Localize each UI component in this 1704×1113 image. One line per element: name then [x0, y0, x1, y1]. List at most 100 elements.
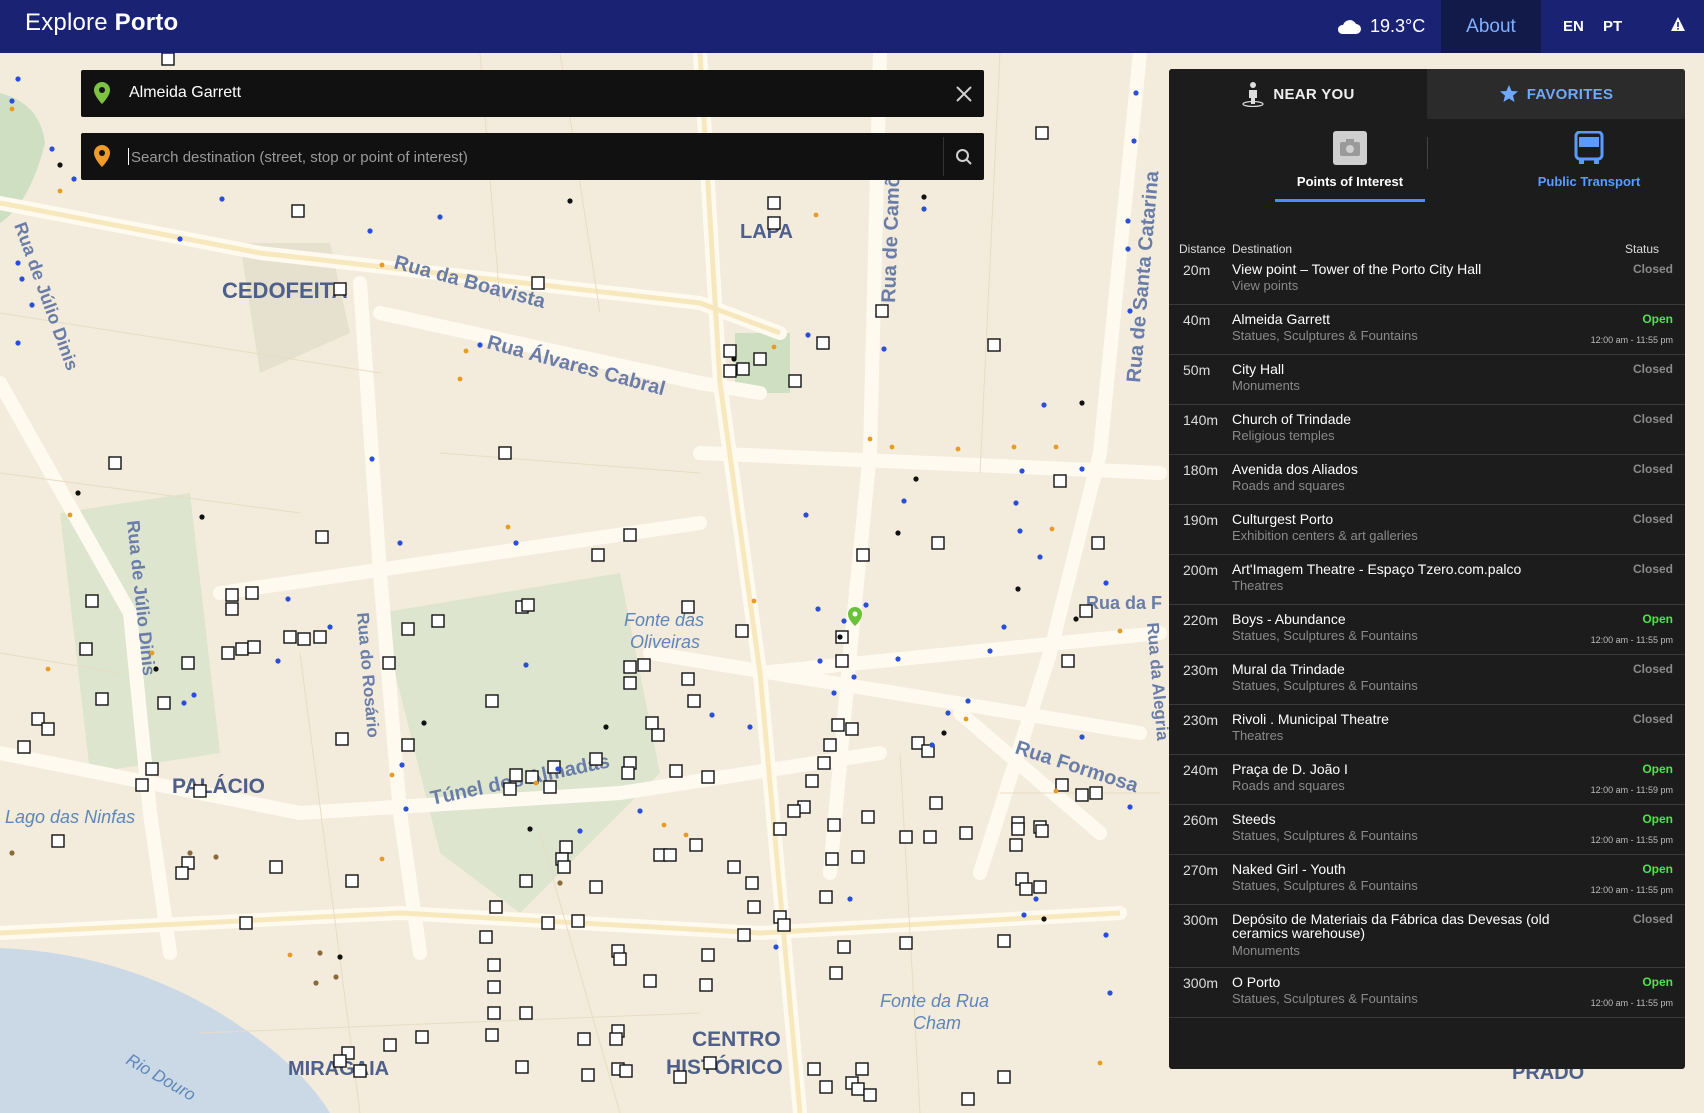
status-badge: Open: [1642, 812, 1673, 826]
status-badge: Open: [1642, 762, 1673, 776]
status-badge: Closed: [1632, 462, 1673, 476]
search-icon: [956, 148, 972, 165]
item-distance: 20m: [1183, 262, 1211, 278]
item-hours: 12:00 am - 11:55 pm: [1590, 635, 1673, 645]
column-distance: Distance: [1179, 242, 1226, 256]
item-title: City Hall: [1232, 361, 1285, 377]
status-badge: Open: [1642, 312, 1673, 326]
brand-bold-text: Porto: [114, 9, 179, 36]
status-badge: Closed: [1632, 712, 1673, 726]
list-item[interactable]: 180m Avenida dos Aliados Roads and squares…: [1169, 455, 1685, 505]
item-title: Church of Trindade: [1232, 411, 1352, 427]
list-item[interactable]: 230m Rivoli . Municipal Theatre Theatres Cl…: [1169, 705, 1685, 755]
temperature-value: 19.3°C: [1370, 16, 1426, 36]
item-category: Monuments: [1232, 943, 1300, 958]
list-item[interactable]: 260m Steeds Statues, Sculptures & Fountain…: [1169, 805, 1685, 855]
status-badge: Closed: [1632, 562, 1673, 576]
item-distance: 300m: [1183, 975, 1219, 991]
item-category: Statues, Sculptures & Fountains: [1232, 328, 1418, 343]
status-badge: Closed: [1632, 412, 1673, 426]
cloud-icon: [1337, 19, 1361, 34]
item-title: Mural da Trindade: [1232, 661, 1345, 677]
item-category: Theatres: [1232, 728, 1284, 743]
list-item[interactable]: 300m Depósito de Materiais da Fábrica das…: [1169, 905, 1685, 968]
label-cedofeita: CEDOFEITA: [222, 278, 348, 303]
item-category: Monuments: [1232, 378, 1300, 393]
item-distance: 220m: [1183, 612, 1219, 628]
list-item[interactable]: 140m Church of Trindade Religious temples C…: [1169, 405, 1685, 455]
close-icon: [956, 85, 972, 102]
status-badge: Closed: [1632, 362, 1673, 376]
destination-search-bar[interactable]: Search destination (street, stop or poin…: [81, 133, 984, 180]
list-item[interactable]: 40m Almeida Garrett Statues, Sculptures & …: [1169, 305, 1685, 355]
language-pt-button[interactable]: PT: [1603, 0, 1622, 53]
status-badge: Open: [1642, 862, 1673, 876]
item-distance: 200m: [1183, 562, 1219, 578]
item-category: Roads and squares: [1232, 478, 1345, 493]
item-distance: 230m: [1183, 712, 1219, 728]
item-title: Depósito de Materiais da Fábrica das Dev…: [1232, 911, 1550, 941]
item-title: Praça de D. João I: [1232, 761, 1348, 777]
tab-favorites[interactable]: FAVORITES: [1427, 69, 1685, 119]
results-header: Distance Destination Status: [1169, 219, 1685, 256]
tab-near-you[interactable]: NEAR YOU: [1169, 69, 1427, 119]
top-bar: Explore Porto 19.3°C About EN PT: [0, 0, 1704, 53]
item-category: Statues, Sculptures & Fountains: [1232, 828, 1418, 843]
item-title: Art'Imagem Theatre - Espaço Tzero.com.pa…: [1232, 561, 1522, 577]
language-en-button[interactable]: EN: [1563, 0, 1584, 53]
destination-pin-icon: [94, 145, 110, 167]
label-centro: CENTRO: [692, 1028, 781, 1051]
item-distance: 190m: [1183, 512, 1219, 528]
item-distance: 50m: [1183, 362, 1211, 378]
label-rua-da-f: Rua da F: [1086, 593, 1162, 613]
list-item[interactable]: 300m O Porto Statues, Sculptures & Fountai…: [1169, 968, 1685, 1018]
app-logo[interactable]: Explore Porto: [25, 9, 178, 37]
status-badge: Closed: [1632, 662, 1673, 676]
search-button[interactable]: [944, 133, 984, 180]
list-item[interactable]: 190m Culturgest Porto Exhibition centers &…: [1169, 505, 1685, 555]
destination-input[interactable]: Search destination (street, stop or poin…: [128, 148, 468, 166]
origin-pin-icon: [94, 82, 110, 104]
subtab-points-of-interest[interactable]: Points of Interest: [1275, 131, 1425, 202]
list-item[interactable]: 220m Boys - Abundance Statues, Sculptures …: [1169, 605, 1685, 655]
clear-origin-button[interactable]: [944, 70, 984, 117]
item-distance: 230m: [1183, 662, 1219, 678]
star-icon: [1499, 85, 1518, 102]
list-item[interactable]: 20m View point – Tower of the Porto City …: [1169, 255, 1685, 305]
subtab-poi-label: Points of Interest: [1296, 174, 1404, 189]
item-hours: 12:00 am - 11:55 pm: [1590, 998, 1673, 1008]
item-hours: 12:00 am - 11:55 pm: [1590, 885, 1673, 895]
subtab-public-transport[interactable]: Public Transport: [1514, 130, 1664, 189]
origin-input[interactable]: Almeida Garrett: [129, 84, 241, 102]
list-item[interactable]: 270m Naked Girl - Youth Statues, Sculpture…: [1169, 855, 1685, 905]
category-subtabs: Points of Interest Public Transport: [1169, 119, 1685, 219]
item-distance: 240m: [1183, 762, 1219, 778]
destination-placeholder: Search destination (street, stop or poin…: [131, 149, 468, 166]
list-item[interactable]: 230m Mural da Trindade Statues, Sculptures…: [1169, 655, 1685, 705]
weather-widget: 19.3°C: [1336, 0, 1425, 53]
near-you-panel: NEAR YOU FAVORITES Points of Interest Pu…: [1169, 69, 1685, 1069]
list-item[interactable]: 50m City Hall Monuments Closed: [1169, 355, 1685, 405]
item-hours: 12:00 am - 11:55 pm: [1590, 335, 1673, 345]
list-item[interactable]: 240m Praça de D. João I Roads and squares O…: [1169, 755, 1685, 805]
item-title: View point – Tower of the Porto City Hal…: [1232, 261, 1482, 277]
bus-icon: [1574, 130, 1604, 164]
subtab-divider: [1427, 137, 1428, 169]
item-category: Theatres: [1232, 578, 1284, 593]
camera-icon: [1333, 131, 1367, 165]
label-fonte-rua-2: Cham: [913, 1013, 961, 1033]
subtab-transport-label: Public Transport: [1537, 174, 1641, 189]
list-item[interactable]: 200m Art'Imagem Theatre - Espaço Tzero.co…: [1169, 555, 1685, 605]
item-category: Religious temples: [1232, 428, 1335, 443]
tab-favorites-label: FAVORITES: [1526, 85, 1614, 103]
item-distance: 300m: [1183, 912, 1219, 928]
item-distance: 260m: [1183, 812, 1219, 828]
about-button[interactable]: About: [1441, 0, 1541, 53]
column-status: Status: [1625, 242, 1660, 256]
item-title: Culturgest Porto: [1232, 511, 1334, 527]
warning-icon[interactable]: [1670, 16, 1686, 32]
item-category: Statues, Sculptures & Fountains: [1232, 878, 1418, 893]
item-category: Statues, Sculptures & Fountains: [1232, 628, 1418, 643]
origin-search-bar[interactable]: Almeida Garrett: [81, 70, 984, 117]
label-lapa: LAPA: [740, 221, 793, 243]
